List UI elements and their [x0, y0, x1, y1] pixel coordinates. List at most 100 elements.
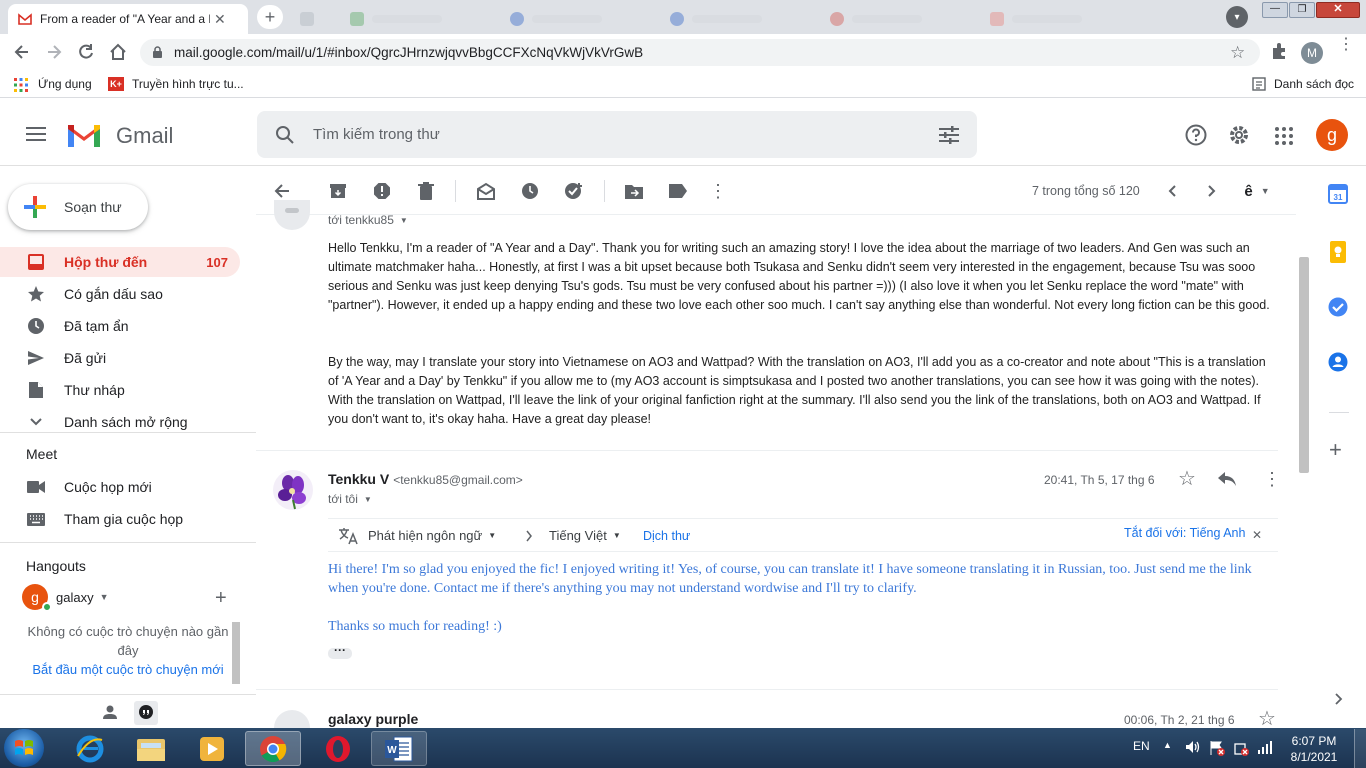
compose-button[interactable]: Soạn thư	[8, 184, 148, 230]
profile-avatar[interactable]: M	[1301, 42, 1323, 64]
close-translate-icon[interactable]: ✕	[1252, 528, 1262, 542]
message-more-icon[interactable]: ⋮	[1263, 470, 1281, 488]
hangouts-user[interactable]: g galaxy ▼	[22, 584, 142, 612]
gmail-logo-icon[interactable]	[65, 121, 103, 149]
get-addons-plus-icon[interactable]: +	[1329, 439, 1342, 461]
sender-name[interactable]: galaxy purple	[328, 711, 418, 727]
tab-close-icon[interactable]: ✕	[214, 11, 226, 28]
nav-inbox[interactable]: Hộp thư đến 107	[0, 247, 240, 277]
back-icon[interactable]	[12, 42, 32, 62]
contacts-icon[interactable]	[1328, 352, 1348, 372]
recipient-line[interactable]: tới tenkku85 ▼	[328, 213, 408, 227]
older-chevron-right-icon[interactable]	[1201, 180, 1223, 202]
nav-snoozed[interactable]: Đã tạm ẩn	[0, 311, 240, 341]
reply-icon[interactable]	[1218, 472, 1236, 486]
target-language-dropdown[interactable]: Tiếng Việt ▼	[549, 528, 621, 543]
help-icon[interactable]	[1185, 124, 1207, 146]
apps-bookmark[interactable]: Ứng dụng	[38, 77, 92, 91]
window-maximize-button[interactable]: ❐	[1289, 2, 1315, 18]
opera-icon[interactable]	[310, 731, 366, 766]
mark-unread-icon[interactable]	[475, 180, 497, 202]
nav-sent[interactable]: Đã gửi	[0, 343, 240, 373]
mail-search-bar[interactable]: Tìm kiếm trong thư	[257, 111, 977, 158]
star-icon[interactable]: ☆	[1178, 469, 1196, 489]
more-actions-icon[interactable]: ⋮	[707, 180, 729, 202]
report-spam-icon[interactable]	[371, 180, 393, 202]
browser-menu-icon[interactable]: ⋮	[1338, 37, 1354, 53]
start-conversation-link[interactable]: Bắt đầu một cuộc trò chuyện mới	[22, 660, 234, 679]
recipient-line[interactable]: tới tôi ▼	[328, 492, 372, 506]
media-player-icon[interactable]	[184, 731, 240, 766]
add-task-icon[interactable]	[563, 180, 585, 202]
snooze-clock-icon[interactable]	[519, 180, 541, 202]
star-icon[interactable]: ☆	[1258, 709, 1276, 729]
add-chat-icon[interactable]: +	[215, 588, 227, 608]
windows-start-button[interactable]	[4, 729, 44, 767]
window-minimize-button[interactable]: —	[1262, 2, 1288, 18]
word-icon[interactable]: W	[371, 731, 427, 766]
action-center-flag-icon[interactable]	[1209, 740, 1225, 756]
show-trimmed-content-button[interactable]: ···	[328, 644, 352, 659]
archive-icon[interactable]	[327, 180, 349, 202]
sender-line[interactable]: Tenkku V <tenkku85@gmail.com>	[328, 471, 523, 487]
expand-panel-chevron-icon[interactable]	[1335, 693, 1343, 705]
internet-explorer-icon[interactable]	[62, 731, 118, 766]
calendar-icon[interactable]: 31	[1328, 184, 1348, 204]
home-icon[interactable]	[108, 42, 128, 62]
hangouts-quote-icon[interactable]	[134, 701, 158, 725]
active-tab[interactable]: From a reader of "A Year and a D ✕	[8, 4, 248, 34]
bookmark-item[interactable]: Truyền hình trực tu...	[132, 77, 244, 91]
sidebar-scrollbar[interactable]	[232, 622, 240, 684]
source-language-dropdown[interactable]: Phát hiện ngôn ngữ ▼	[368, 528, 496, 543]
volume-icon[interactable]	[1185, 740, 1201, 754]
extensions-icon[interactable]	[1270, 42, 1288, 60]
back-to-inbox-icon[interactable]	[271, 180, 293, 202]
delete-trash-icon[interactable]	[415, 180, 437, 202]
input-tools-icon[interactable]: ê ▼	[1239, 180, 1275, 202]
background-tab[interactable]	[340, 4, 500, 34]
reload-icon[interactable]	[76, 42, 96, 62]
reading-list[interactable]: Danh sách đọc	[1274, 77, 1354, 91]
hangouts-empty-state: Không có cuộc trò chuyện nào gần đây Bắt…	[22, 622, 234, 684]
nav-drafts[interactable]: Thư nháp	[0, 375, 240, 405]
show-desktop-button[interactable]	[1354, 729, 1366, 768]
newer-chevron-left-icon[interactable]	[1161, 180, 1183, 202]
main-menu-icon[interactable]	[26, 126, 46, 142]
account-avatar[interactable]: g	[1316, 119, 1348, 151]
new-tab-button[interactable]: +	[257, 5, 283, 29]
settings-gear-icon[interactable]	[1228, 124, 1250, 146]
chrome-taskbar-icon[interactable]	[245, 731, 301, 766]
file-explorer-icon[interactable]	[123, 731, 179, 766]
forward-icon[interactable]	[44, 42, 64, 62]
search-options-icon[interactable]	[939, 126, 959, 144]
label-tag-icon[interactable]	[667, 180, 689, 202]
main-scrollbar-thumb[interactable]	[1299, 257, 1309, 473]
nav-starred[interactable]: Có gắn dấu sao	[0, 279, 240, 309]
show-hidden-icons-chevron-icon[interactable]: ▲	[1163, 740, 1172, 750]
new-meeting-item[interactable]: Cuộc họp mới	[0, 472, 240, 502]
move-to-icon[interactable]	[623, 180, 645, 202]
contacts-person-icon[interactable]	[102, 704, 118, 720]
power-icon[interactable]	[1233, 740, 1249, 756]
network-signal-icon[interactable]	[1257, 740, 1273, 754]
bookmark-star-icon[interactable]: ☆	[1230, 43, 1245, 63]
translate-message-link[interactable]: Dịch thư	[643, 529, 690, 543]
search-icon[interactable]	[275, 125, 295, 145]
background-tab[interactable]	[660, 4, 820, 34]
background-tab[interactable]	[500, 4, 660, 34]
input-language[interactable]: EN	[1133, 739, 1150, 753]
google-apps-icon[interactable]	[1275, 127, 1293, 145]
tab-search-button[interactable]: ▾	[1226, 6, 1248, 28]
background-tab[interactable]	[290, 4, 340, 34]
taskbar-clock[interactable]: 6:07 PM 8/1/2021	[1286, 733, 1342, 765]
background-tab[interactable]	[820, 4, 980, 34]
turn-off-translation-link[interactable]: Tắt đối với: Tiếng Anh	[1124, 526, 1245, 540]
window-close-button[interactable]: ✕	[1316, 2, 1360, 18]
tasks-icon[interactable]	[1328, 297, 1348, 317]
toolbar-divider	[604, 180, 605, 202]
address-bar[interactable]: mail.google.com/mail/u/1/#inbox/QgrcJHrn…	[140, 39, 1260, 66]
join-meeting-item[interactable]: Tham gia cuộc họp	[0, 504, 240, 534]
keep-icon[interactable]	[1330, 241, 1346, 263]
background-tab[interactable]	[980, 4, 1140, 34]
apps-grid-icon[interactable]	[14, 78, 28, 92]
